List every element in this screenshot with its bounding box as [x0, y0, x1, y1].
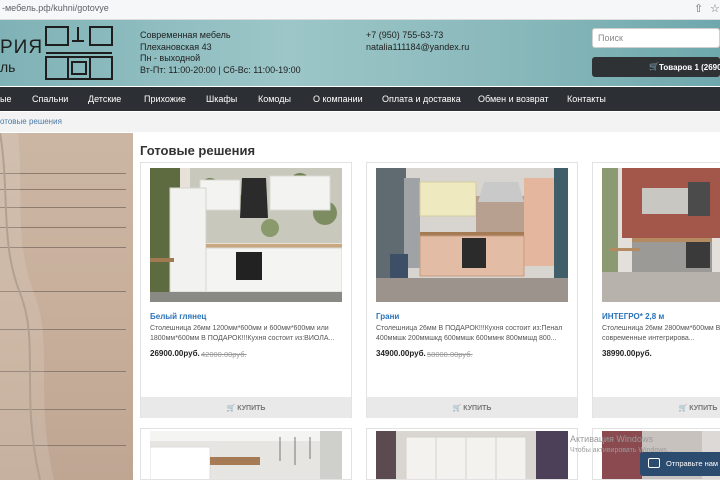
product-image[interactable] [376, 168, 568, 302]
buy-button[interactable]: 🛒 КУПИТЬ [141, 397, 351, 418]
nav-item-kitchens[interactable]: ые [0, 94, 11, 104]
chat-widget-button[interactable]: Отправьте нам с [640, 452, 720, 476]
watermark-title: Активация Windows [570, 434, 653, 444]
product-description: Столешница 26мм 2800мм*600мм В П ИНТЕГРО… [602, 325, 720, 342]
url-text[interactable]: -мебель.рф/kuhni/gotovye [2, 3, 109, 13]
product-card[interactable] [366, 428, 578, 480]
nav-item-wardrobes[interactable]: Шкафы [206, 94, 237, 104]
buy-button[interactable]: 🛒 КУПИТЬ [367, 397, 577, 418]
chat-label: Отправьте нам с [666, 459, 720, 468]
page-title: Готовые решения [140, 143, 256, 158]
product-image[interactable] [376, 431, 568, 479]
nav-item-contacts[interactable]: Контакты [567, 94, 606, 104]
bookmark-star-icon[interactable]: ☆ [710, 2, 720, 15]
search-input[interactable] [592, 28, 720, 48]
product-old-price: 58000.00руб. [427, 350, 473, 359]
email-link[interactable]: natalia111184@yandex.ru [366, 42, 469, 54]
chat-icon [648, 458, 660, 468]
product-price: 34900.00руб. [376, 349, 426, 358]
logo-subtext[interactable]: ль [0, 60, 15, 74]
contact-info: +7 (950) 755-63-73 natalia111184@yandex.… [366, 30, 469, 53]
cart-button[interactable]: 🛒 Товаров 1 (26900. [592, 57, 720, 77]
product-old-price: 42000.00руб. [201, 350, 247, 359]
nav-item-hallways[interactable]: Прихожие [144, 94, 186, 104]
buy-label: КУПИТЬ [689, 405, 718, 412]
nav-item-about[interactable]: О компании [313, 94, 363, 104]
product-name-link[interactable]: ИНТЕГРО* 2,8 м [602, 312, 664, 321]
buy-button[interactable]: 🛒 КУПИТЬ [593, 397, 720, 418]
store-tagline: Современная мебель [140, 30, 231, 40]
product-price: 38990.00руб. [602, 349, 652, 358]
cart-icon: 🛒 [649, 62, 659, 71]
nav-item-dressers[interactable]: Комоды [258, 94, 291, 104]
cart-icon: 🛒 [678, 405, 690, 412]
site-header: РИЯ ль Современная мебель Плехановская 4… [0, 20, 720, 86]
product-price: 26900.00руб. [150, 349, 200, 358]
store-address: Плехановская 43 [140, 41, 212, 52]
store-info: Современная мебель Плехановская 43 Пн - … [140, 30, 301, 76]
buy-label: КУПИТЬ [237, 405, 266, 412]
product-name-link[interactable]: Грани [376, 312, 399, 321]
nav-item-payment-delivery[interactable]: Оплата и доставка [382, 94, 461, 104]
breadcrumb: отовые решения › [0, 112, 720, 132]
cart-icon: 🛒 [452, 405, 464, 412]
buy-label: КУПИТЬ [463, 405, 492, 412]
side-banner-image [0, 133, 133, 480]
store-dayoff: Пн - выходной [140, 53, 201, 63]
cart-label: Товаров 1 (26900. [659, 63, 720, 72]
product-image[interactable] [150, 168, 342, 302]
product-description: Столешница 26мм 1200мм*600мм и 600мм*600… [150, 325, 335, 342]
product-description: Столешница 26мм В ПОДАРОК!!!Кухня состои… [376, 325, 563, 342]
product-card[interactable]: Белый глянец Столешница 26мм 1200мм*600м… [140, 162, 352, 418]
product-image[interactable] [150, 431, 342, 479]
kitchen-logo-icon[interactable] [44, 25, 114, 81]
address-bar[interactable]: -мебель.рф/kuhni/gotovye ⇧ ☆ [0, 0, 720, 20]
page: -мебель.рф/kuhni/gotovye ⇧ ☆ РИЯ ль Совр… [0, 0, 720, 480]
product-card[interactable] [140, 428, 352, 480]
main-nav: ые Спальни Детские Прихожие Шкафы Комоды… [0, 87, 720, 111]
nav-item-exchange-return[interactable]: Обмен и возврат [478, 94, 549, 104]
product-card[interactable]: Грани Столешница 26мм В ПОДАРОК!!!Кухня … [366, 162, 578, 418]
cart-icon: 🛒 [226, 405, 238, 412]
logo-text[interactable]: РИЯ [0, 38, 43, 57]
store-hours: Вт-Пт: 11:00-20:00 | Сб-Вс: 11:00-19:00 [140, 64, 301, 75]
share-icon[interactable]: ⇧ [694, 2, 703, 15]
breadcrumb-chevron-icon: › [50, 114, 55, 129]
phone-link[interactable]: +7 (950) 755-63-73 [366, 30, 469, 42]
product-image[interactable] [602, 168, 720, 302]
nav-item-bedrooms[interactable]: Спальни [32, 94, 68, 104]
banner-fabric-fold [0, 133, 54, 480]
product-name-link[interactable]: Белый глянец [150, 312, 206, 321]
nav-item-kids[interactable]: Детские [88, 94, 121, 104]
product-card[interactable]: ИНТЕГРО* 2,8 м Столешница 26мм 2800мм*60… [592, 162, 720, 418]
